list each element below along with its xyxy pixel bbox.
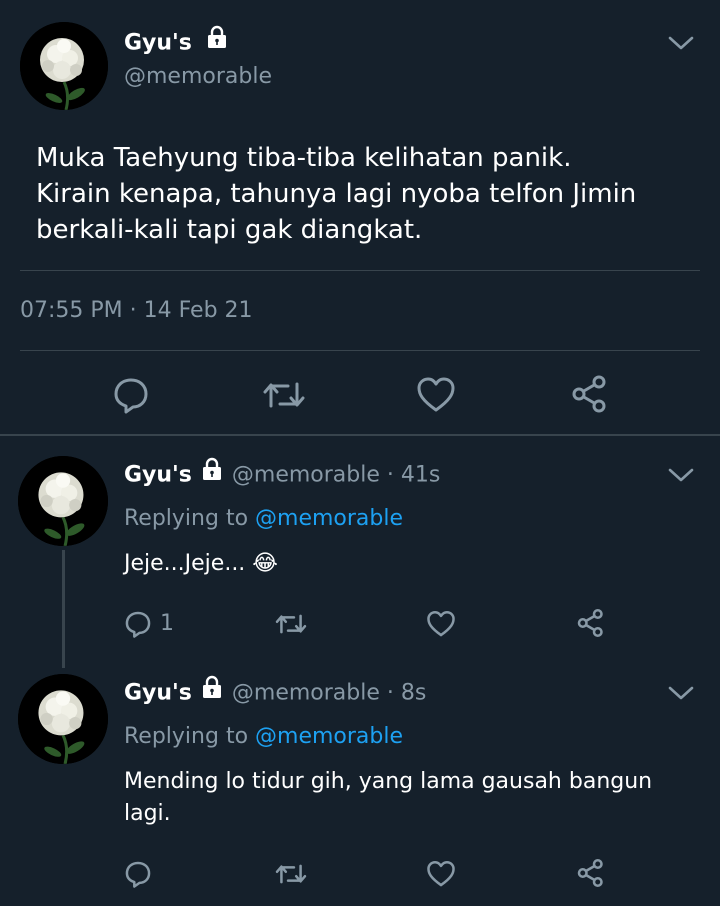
- divider: [20, 270, 700, 271]
- mention-link[interactable]: @memorable: [255, 724, 403, 749]
- replying-to: Replying to @memorable: [124, 722, 403, 752]
- display-name[interactable]: Gyu's: [124, 463, 192, 488]
- reply-text: Jeje...Jeje... 😂: [124, 548, 278, 580]
- reply-text: Mending lo tidur gih, yang lama gausah b…: [124, 766, 652, 830]
- avatar[interactable]: [20, 22, 108, 110]
- divider: [20, 350, 700, 351]
- like-icon[interactable]: [426, 610, 456, 638]
- tweet-text-line: berkali-kali tapi gak diangkat.: [36, 215, 423, 245]
- replying-to-label: Replying to: [124, 724, 256, 749]
- reply-text-line: Mending lo tidur gih, yang lama gausah b…: [124, 769, 653, 794]
- chevron-down-icon[interactable]: [668, 34, 694, 56]
- share-icon[interactable]: [570, 374, 610, 414]
- like-icon[interactable]: [416, 376, 456, 414]
- replying-to-label: Replying to: [124, 506, 256, 531]
- avatar[interactable]: [18, 674, 108, 764]
- lock-icon: [199, 457, 225, 491]
- tweet-text-line: Muka Taehyung tiba-tiba kelihatan panik.: [36, 143, 572, 173]
- handle-time[interactable]: @memorable · 8s: [232, 681, 426, 706]
- display-name[interactable]: Gyu's: [124, 681, 192, 706]
- chevron-down-icon[interactable]: [668, 684, 694, 706]
- reply-count: 1: [160, 611, 174, 636]
- tweet-text: Muka Taehyung tiba-tiba kelihatan panik.…: [36, 140, 636, 248]
- retweet-icon[interactable]: [274, 610, 308, 638]
- tweet-text-line: Kirain kenapa, tahunya lagi nyoba telfon…: [36, 179, 637, 209]
- display-name-text[interactable]: Gyu's: [124, 31, 192, 56]
- display-name[interactable]: Gyu's: [124, 25, 230, 59]
- reply-text-line: Jeje...Jeje... 😂: [124, 551, 278, 576]
- share-icon[interactable]: [576, 608, 606, 638]
- replying-to: Replying to @memorable: [124, 504, 403, 534]
- reply-icon[interactable]: [124, 610, 152, 638]
- reply-header: Gyu's @memorable · 41s: [124, 457, 440, 491]
- divider: [0, 434, 720, 436]
- lock-icon: [199, 675, 225, 709]
- avatar[interactable]: [18, 456, 108, 546]
- handle-time[interactable]: @memorable · 41s: [232, 463, 440, 488]
- timestamp[interactable]: 07:55 PM · 14 Feb 21: [20, 296, 253, 326]
- reply-icon[interactable]: [124, 860, 152, 888]
- thread-line: [62, 550, 65, 668]
- share-icon[interactable]: [576, 858, 606, 888]
- reply-header: Gyu's @memorable · 8s: [124, 675, 426, 709]
- retweet-icon[interactable]: [274, 860, 308, 888]
- handle[interactable]: @memorable: [124, 62, 272, 92]
- reply-icon[interactable]: [112, 376, 150, 414]
- lock-icon: [200, 25, 230, 59]
- like-icon[interactable]: [426, 860, 456, 888]
- retweet-icon[interactable]: [262, 376, 306, 414]
- chevron-down-icon[interactable]: [668, 466, 694, 488]
- mention-link[interactable]: @memorable: [255, 506, 403, 531]
- reply-text-line: lagi.: [124, 801, 171, 826]
